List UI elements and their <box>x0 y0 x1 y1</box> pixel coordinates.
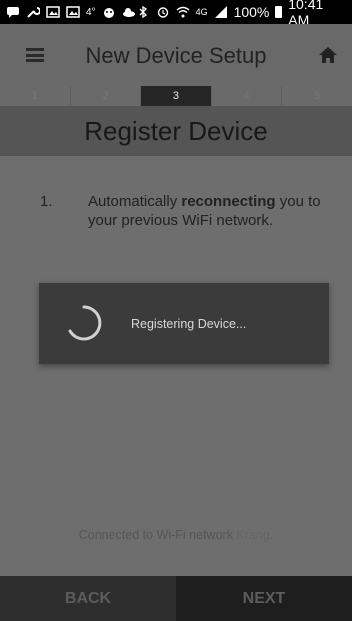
main-content: 1. Automatically reconnecting you to you… <box>0 156 352 576</box>
instruction-number: 1. <box>40 193 53 210</box>
message-icon <box>6 6 20 18</box>
bottom-nav: BACK NEXT <box>0 576 352 621</box>
instruction-text-before: Automatically <box>88 193 182 210</box>
step-5: 5 <box>314 90 321 102</box>
network-type-text: 4G <box>195 7 208 17</box>
step-1: 1 <box>0 86 71 106</box>
battery-icon <box>275 6 283 18</box>
step-3-active: 3 <box>141 86 212 106</box>
page-title: New Device Setup <box>85 43 267 68</box>
bluetooth-icon <box>136 6 150 18</box>
cloud-icon <box>122 6 136 18</box>
gallery-icon <box>66 6 80 18</box>
connected-suffix: . <box>269 528 274 542</box>
battery-percent: 100% <box>233 4 270 20</box>
temperature-text: 4° <box>86 6 96 18</box>
wrench-icon <box>26 6 40 18</box>
android-icon <box>102 6 116 18</box>
back-button[interactable]: BACK <box>0 576 176 621</box>
app-bar: New Device Setup <box>0 24 352 86</box>
home-icon[interactable] <box>318 46 338 64</box>
network-name: Krang <box>236 528 270 542</box>
section-title: Register Device <box>0 106 352 156</box>
connected-prefix: Connected to Wi-Fi network <box>78 528 237 542</box>
signal-icon <box>214 6 228 18</box>
spinner-icon <box>68 305 102 341</box>
next-button[interactable]: NEXT <box>176 576 352 621</box>
status-bar: 4° 4G 100% 10:41 AM <box>0 0 352 28</box>
instruction-text: Automatically reconnecting you to your p… <box>88 192 340 230</box>
dialog-message: Registering Device... <box>131 317 247 331</box>
step-2: 2 <box>71 86 142 106</box>
wifi-icon <box>176 6 190 18</box>
alarm-icon <box>156 6 170 18</box>
progress-dialog: Registering Device... <box>39 283 329 364</box>
step-indicator: 1 2 3 4 5 <box>0 86 352 106</box>
instruction-item: 1. Automatically reconnecting you to you… <box>40 192 340 230</box>
status-left-icons: 4° <box>6 6 136 18</box>
instruction-text-bold: reconnecting <box>181 193 276 210</box>
step-4: 4 <box>212 86 283 106</box>
gallery-icon <box>46 6 60 18</box>
connected-status: Connected to Wi-Fi network Krang. <box>0 528 352 542</box>
